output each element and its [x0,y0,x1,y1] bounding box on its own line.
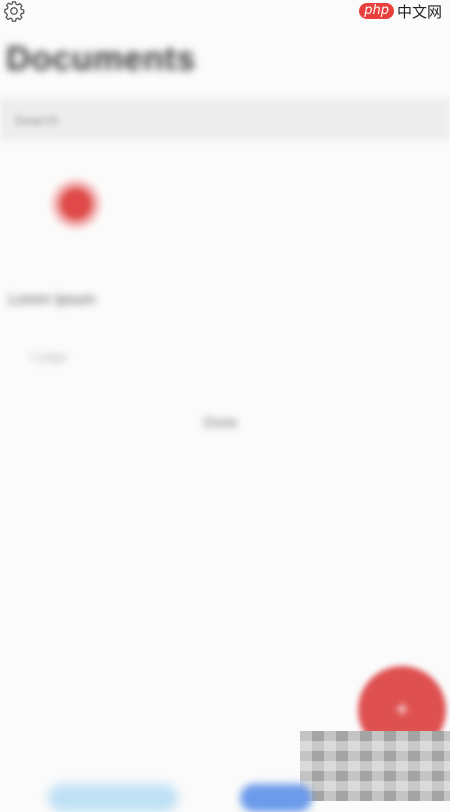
bottom-tab-right[interactable] [240,784,312,812]
document-meta: 1 page [30,350,67,364]
search-placeholder: Search [14,112,59,128]
watermark-badge: php [359,3,394,19]
search-bar[interactable] [0,98,450,140]
settings-gear-icon[interactable] [0,0,28,22]
document-name[interactable]: Lorem Ipsum [8,290,126,310]
pixelated-thumbnail-overlay [300,731,450,801]
watermark-logo: php 中文网 [359,0,442,22]
page-title: Documents [6,40,196,78]
gear-icon [4,1,25,22]
bottom-tab-left[interactable] [48,784,178,812]
watermark-text: 中文网 [396,2,442,21]
pdf-document-icon[interactable] [48,176,104,232]
add-icon: + [394,696,409,723]
center-label: Done [204,414,238,430]
